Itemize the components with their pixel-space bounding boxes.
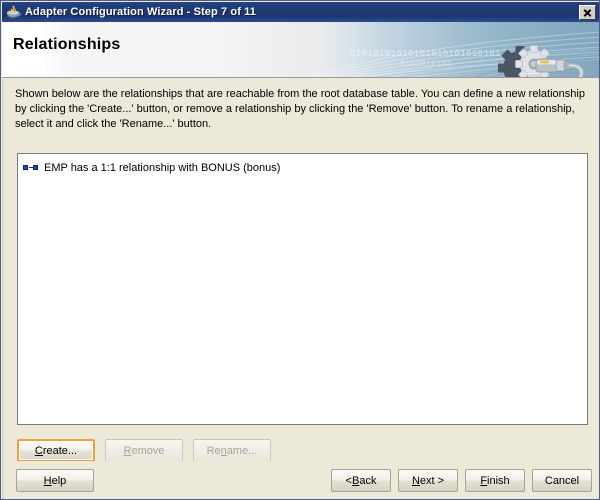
title-bar: Adapter Configuration Wizard - Step 7 of…: [2, 2, 599, 22]
create-button[interactable]: Create...: [17, 439, 95, 462]
wizard-window: Adapter Configuration Wizard - Step 7 of…: [0, 0, 600, 500]
remove-button: Remove: [105, 439, 183, 462]
cancel-button[interactable]: Cancel: [532, 469, 592, 492]
banner-binary-text: 01010101010101010101010101: [350, 49, 501, 59]
help-button[interactable]: Help: [16, 469, 94, 492]
relationship-listbox[interactable]: EMP has a 1:1 relationship with BONUS (b…: [17, 153, 588, 425]
footer-right-group: < Back Next > Finish Cancel: [331, 469, 592, 492]
next-button[interactable]: Next >: [398, 469, 458, 492]
footer-left-group: Help: [16, 469, 94, 492]
window-title: Adapter Configuration Wizard - Step 7 of…: [25, 6, 256, 18]
wizard-banner: 01010101010101010101010101 0101010101 Re…: [2, 22, 599, 78]
instruction-text: Shown below are the relationships that a…: [15, 88, 585, 130]
rename-button: Re n ame...: [193, 439, 271, 462]
list-item[interactable]: EMP has a 1:1 relationship with BONUS (b…: [18, 159, 587, 176]
relationship-link-icon: [22, 162, 40, 173]
finish-button[interactable]: Finish: [465, 469, 525, 492]
back-button[interactable]: < Back: [331, 469, 391, 492]
java-coffee-cup-icon: [5, 4, 21, 20]
page-title: Relationships: [13, 36, 121, 53]
gear-plug-icon: [490, 40, 596, 77]
close-icon[interactable]: [579, 4, 596, 20]
content-pane: Shown below are the relationships that a…: [2, 79, 599, 499]
banner-binary-text-secondary: 0101010101: [400, 60, 453, 69]
list-action-buttons: Create... Remove Re n ame...: [17, 439, 271, 462]
footer-bar: Help < Back Next > Finish Cancel: [2, 461, 599, 499]
list-item-label: EMP has a 1:1 relationship with BONUS (b…: [44, 161, 281, 174]
